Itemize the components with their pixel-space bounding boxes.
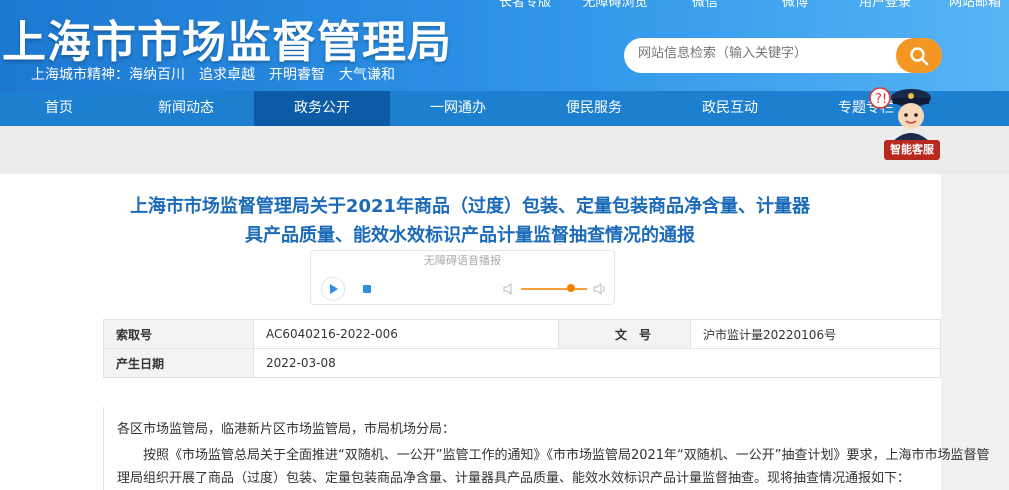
search-icon xyxy=(910,46,929,65)
audio-reader-label: 无障碍语音播报 xyxy=(424,254,501,267)
site-header: 长者专版 无障碍浏览 微信 微博 用户登录 网站邮箱 上海市市场监督管理局 上海… xyxy=(0,0,1009,91)
meta-doc-value: 沪市监计量20220106号 xyxy=(690,319,941,349)
article-salutation: 各区市场监管局，临港新片区市场监管局，市局机场分局： xyxy=(117,422,456,437)
top-link-login[interactable]: 用户登录 xyxy=(840,0,930,10)
top-link-weibo[interactable]: 微博 xyxy=(750,0,840,10)
table-row: 产生日期 2022-03-08 xyxy=(103,348,941,378)
breadcrumb-bar xyxy=(0,126,1009,174)
top-link-wechat[interactable]: 微信 xyxy=(660,0,750,10)
nav-interaction[interactable]: 政民互动 xyxy=(662,91,798,126)
site-title[interactable]: 上海市市场监督管理局 xyxy=(2,6,452,70)
table-row: 索取号 AC6040216-2022-006 文 号 沪市监计量20220106… xyxy=(103,319,941,349)
top-link-mail[interactable]: 网站邮箱 xyxy=(930,0,1009,10)
article-panel: 上海市市场监督管理局关于2021年商品（过度）包装、定量包装商品净含量、计量器 … xyxy=(0,174,990,490)
stop-icon xyxy=(363,285,371,293)
play-icon xyxy=(330,284,338,294)
document-meta-table: 索取号 AC6040216-2022-006 文 号 沪市监计量20220106… xyxy=(103,319,941,378)
nav-one-stop[interactable]: 一网通办 xyxy=(390,91,526,126)
volume-slider[interactable] xyxy=(521,288,587,290)
svg-text:?!: ?! xyxy=(875,92,887,107)
main-nav: 首页 新闻动态 政务公开 一网通办 便民服务 政民互动 专题专栏 xyxy=(0,91,1009,126)
meta-date-value: 2022-03-08 xyxy=(253,348,559,378)
article-title-line1: 上海市市场监督管理局关于2021年商品（过度）包装、定量包装商品净含量、计量器 xyxy=(129,196,811,217)
meta-doc-label: 文 号 xyxy=(558,319,691,349)
site-slogan: 上海城市精神：海纳百川 追求卓越 开明睿智 大气谦和 xyxy=(31,67,395,83)
article-body: 各区市场监管局，临港新片区市场监管局，市局机场分局： 按照《市场监管总局关于全面… xyxy=(103,407,990,490)
top-link-accessible[interactable]: 无障碍浏览 xyxy=(570,0,660,10)
article-title: 上海市市场监督管理局关于2021年商品（过度）包装、定量包装商品净含量、计量器 … xyxy=(40,192,900,250)
smart-assistant[interactable]: ?! 智能客服 xyxy=(866,84,946,164)
volume-high-icon[interactable] xyxy=(593,282,607,296)
article-paragraph: 按照《市场监管总局关于全面推进“双随机、一公开”监管工作的通知》《市市场监管局2… xyxy=(117,448,990,486)
play-button[interactable] xyxy=(321,277,345,301)
meta-index-value: AC6040216-2022-006 xyxy=(253,319,559,349)
nav-services[interactable]: 便民服务 xyxy=(526,91,662,126)
meta-index-label: 索取号 xyxy=(103,319,254,349)
top-links: 长者专版 无障碍浏览 微信 微博 用户登录 网站邮箱 xyxy=(480,0,1009,10)
search-box xyxy=(624,38,942,73)
stop-button[interactable] xyxy=(355,277,379,301)
search-input[interactable] xyxy=(638,46,888,61)
nav-news[interactable]: 新闻动态 xyxy=(118,91,254,126)
audio-reader: 无障碍语音播报 xyxy=(310,250,615,305)
meta-date-label: 产生日期 xyxy=(103,348,254,378)
volume-slider-knob[interactable] xyxy=(567,284,575,292)
assistant-label: 智能客服 xyxy=(890,143,934,156)
article-title-line2: 具产品质量、能效水效标识产品计量监督抽查情况的通报 xyxy=(245,225,695,246)
nav-gov-affairs[interactable]: 政务公开 xyxy=(254,91,390,126)
top-link-elder[interactable]: 长者专版 xyxy=(480,0,570,10)
volume-low-icon[interactable] xyxy=(503,282,515,296)
nav-home[interactable]: 首页 xyxy=(0,91,118,126)
search-button[interactable] xyxy=(896,38,942,73)
